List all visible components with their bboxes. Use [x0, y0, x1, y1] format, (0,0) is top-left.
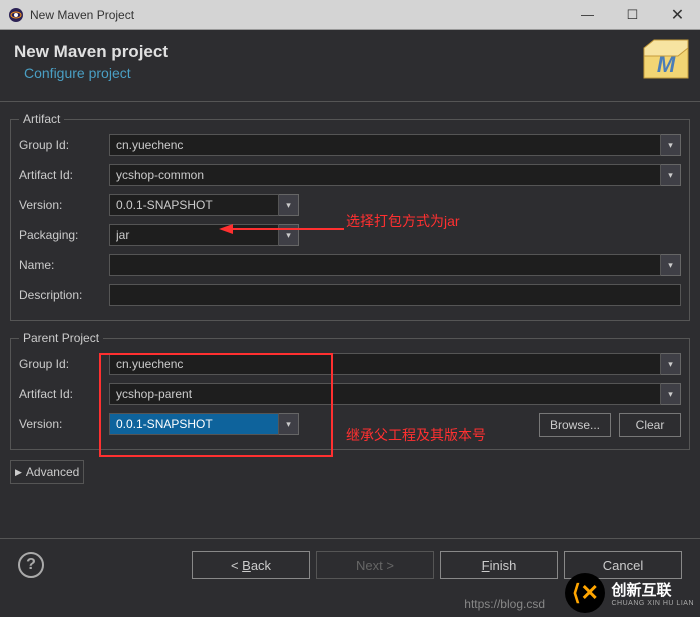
chevron-down-icon[interactable]: ▾	[661, 164, 681, 186]
parent-version-label: Version:	[19, 417, 109, 431]
group-id-input[interactable]	[109, 134, 661, 156]
version-input[interactable]	[109, 194, 279, 216]
svg-text:M: M	[657, 52, 676, 77]
advanced-label: Advanced	[26, 465, 79, 479]
parent-group-id-label: Group Id:	[19, 357, 109, 371]
name-label: Name:	[19, 258, 109, 272]
annotation-packaging: 选择打包方式为jar	[346, 211, 460, 231]
parent-artifact-id-input[interactable]	[109, 383, 661, 405]
artifact-legend: Artifact	[19, 112, 64, 126]
version-label: Version:	[19, 198, 109, 212]
finish-button[interactable]: Finish	[440, 551, 558, 579]
parent-version-input[interactable]	[109, 413, 279, 435]
artifact-id-label: Artifact Id:	[19, 168, 109, 182]
wizard-header: New Maven project Configure project M	[0, 30, 700, 102]
next-button: Next >	[316, 551, 434, 579]
page-subtitle: Configure project	[14, 65, 686, 81]
parent-artifact-id-label: Artifact Id:	[19, 387, 109, 401]
chevron-down-icon[interactable]: ▾	[661, 383, 681, 405]
advanced-expander[interactable]: ▶ Advanced	[10, 460, 84, 484]
triangle-right-icon: ▶	[15, 467, 22, 478]
close-button[interactable]: ✕	[655, 0, 700, 30]
back-button[interactable]: < Back	[192, 551, 310, 579]
chevron-down-icon[interactable]: ▾	[661, 353, 681, 375]
maven-banner-icon: M	[640, 38, 692, 82]
packaging-label: Packaging:	[19, 228, 109, 242]
page-title: New Maven project	[14, 42, 686, 62]
chevron-down-icon[interactable]: ▾	[661, 134, 681, 156]
artifact-id-input[interactable]	[109, 164, 661, 186]
clear-button[interactable]: Clear	[619, 413, 681, 437]
parent-legend: Parent Project	[19, 331, 103, 345]
watermark-logo-icon: ⟨✕	[565, 573, 605, 613]
description-label: Description:	[19, 288, 109, 302]
window-title: New Maven Project	[30, 8, 565, 22]
browse-button[interactable]: Browse...	[539, 413, 611, 437]
chevron-down-icon[interactable]: ▾	[279, 224, 299, 246]
minimize-button[interactable]: —	[565, 0, 610, 30]
artifact-fieldset: Artifact Group Id: ▾ Artifact Id: ▾ Vers…	[10, 112, 690, 321]
description-input[interactable]	[109, 284, 681, 306]
eclipse-icon	[8, 7, 24, 23]
blog-url-text: https://blog.csd	[464, 597, 545, 611]
watermark: ⟨✕ 创新互联 CHUANG XIN HU LIAN	[565, 573, 694, 613]
annotation-parent: 继承父工程及其版本号	[346, 425, 486, 445]
titlebar: New Maven Project — ☐ ✕	[0, 0, 700, 30]
maximize-button[interactable]: ☐	[610, 0, 655, 30]
chevron-down-icon[interactable]: ▾	[661, 254, 681, 276]
watermark-brand: 创新互联	[611, 579, 694, 600]
group-id-label: Group Id:	[19, 138, 109, 152]
chevron-down-icon[interactable]: ▾	[279, 194, 299, 216]
parent-fieldset: Parent Project Group Id: ▾ Artifact Id: …	[10, 331, 690, 450]
name-input[interactable]	[109, 254, 661, 276]
chevron-down-icon[interactable]: ▾	[279, 413, 299, 435]
parent-group-id-input[interactable]	[109, 353, 661, 375]
help-icon[interactable]: ?	[18, 552, 44, 578]
watermark-sub: CHUANG XIN HU LIAN	[611, 600, 694, 607]
packaging-input[interactable]	[109, 224, 279, 246]
